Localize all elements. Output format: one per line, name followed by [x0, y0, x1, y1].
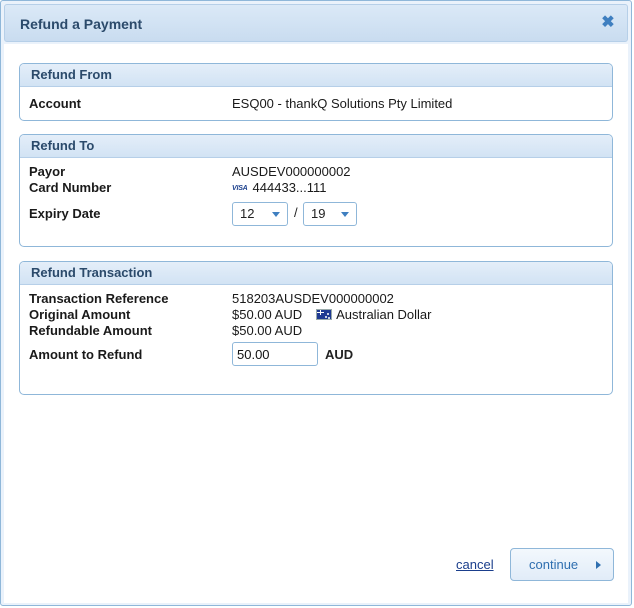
amount-to-refund-row: Amount to Refund AUD [20, 342, 612, 366]
refund-transaction-section: Refund Transaction Transaction Reference… [19, 261, 613, 395]
expiry-year-select[interactable]: 19 [303, 202, 357, 226]
transaction-ref-value: 518203AUSDEV000000002 [232, 291, 394, 306]
expiry-separator: / [294, 205, 298, 220]
dialog-body: Refund From Account ESQ00 - thankQ Solut… [4, 44, 628, 603]
continue-button-label: continue [529, 557, 579, 572]
transaction-ref-label: Transaction Reference [29, 291, 169, 306]
original-amount-wrap: $50.00 AUD Australian Dollar [232, 306, 431, 323]
original-amount-value: $50.00 AUD [232, 307, 303, 322]
refund-to-section: Refund To Payor AUSDEV000000002 Card Num… [19, 134, 613, 247]
close-icon[interactable]: ✖ [599, 14, 617, 32]
card-value: 444433...111 [252, 180, 327, 195]
refundable-amount-row: Refundable Amount $50.00 AUD [20, 322, 612, 339]
expiry-month-value: 12 [240, 206, 255, 221]
amount-to-refund-input[interactable] [232, 342, 318, 366]
amount-currency: AUD [325, 347, 354, 362]
dialog-title: Refund a Payment [20, 16, 143, 32]
refund-from-section: Refund From Account ESQ00 - thankQ Solut… [19, 63, 613, 121]
card-label: Card Number [29, 180, 112, 195]
arrow-right-icon [596, 561, 601, 569]
expiry-year-value: 19 [311, 206, 326, 221]
chevron-down-icon [272, 212, 280, 217]
australia-flag-icon [316, 309, 333, 320]
payor-label: Payor [29, 164, 66, 179]
visa-icon: VISA [232, 185, 248, 192]
original-amount-label: Original Amount [29, 307, 131, 322]
refund-from-header: Refund From [20, 64, 612, 87]
original-amount-row: Original Amount $50.00 AUD Australian Dol… [20, 306, 612, 323]
payor-row: Payor AUSDEV000000002 [20, 163, 612, 180]
expiry-label: Expiry Date [29, 206, 101, 221]
refundable-amount-value: $50.00 AUD [232, 323, 303, 338]
transaction-ref-row: Transaction Reference 518203AUSDEV000000… [20, 290, 612, 307]
continue-button[interactable]: continue [510, 548, 614, 581]
currency-name: Australian Dollar [336, 307, 432, 322]
expiry-month-select[interactable]: 12 [232, 202, 288, 226]
card-value-wrap: VISA 444433...111 [232, 179, 327, 197]
cancel-link[interactable]: cancel [456, 557, 494, 572]
account-row: Account ESQ00 - thankQ Solutions Pty Lim… [20, 95, 612, 112]
account-value: ESQ00 - thankQ Solutions Pty Limited [232, 96, 453, 111]
refund-dialog: Refund a Payment ✖ Refund From Account E… [0, 0, 632, 606]
expiry-row: Expiry Date 12 / 19 [20, 202, 612, 226]
payor-value: AUSDEV000000002 [232, 164, 351, 179]
account-label: Account [29, 96, 81, 111]
amount-to-refund-label: Amount to Refund [29, 347, 143, 362]
dialog-titlebar: Refund a Payment ✖ [4, 4, 628, 42]
refund-to-header: Refund To [20, 135, 612, 158]
refundable-amount-label: Refundable Amount [29, 323, 153, 338]
refund-transaction-header: Refund Transaction [20, 262, 612, 285]
card-row: Card Number VISA 444433...111 [20, 179, 612, 196]
chevron-down-icon [341, 212, 349, 217]
